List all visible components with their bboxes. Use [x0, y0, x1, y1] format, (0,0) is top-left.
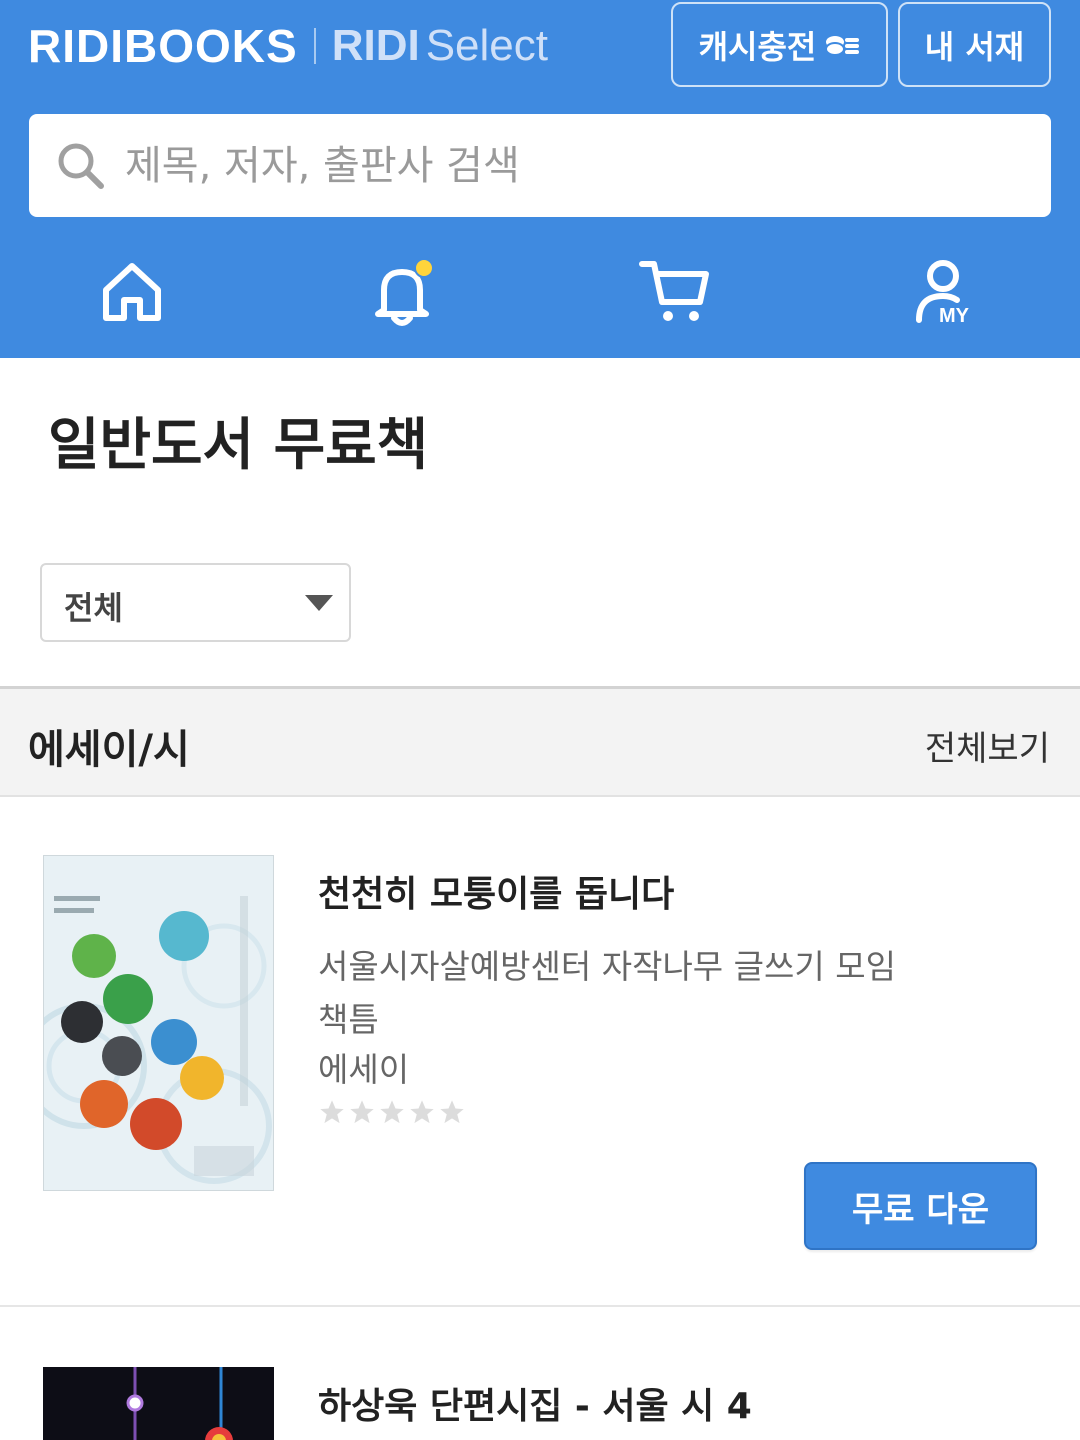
- book-cover-art: [44, 856, 273, 1190]
- my-library-label: 내 서재: [924, 27, 1025, 66]
- cash-charge-label: 캐시충전: [698, 27, 817, 66]
- my-icon-label: MY: [939, 305, 970, 327]
- star-icon: [350, 1100, 374, 1124]
- search-icon: [58, 143, 104, 189]
- dropdown-arrow-icon: [305, 595, 333, 611]
- cash-charge-button[interactable]: 캐시충전: [671, 2, 888, 87]
- search-bar[interactable]: [29, 114, 1051, 217]
- my-page-icon[interactable]: MY: [905, 254, 985, 334]
- ridibooks-logo[interactable]: RIDIBOOKS: [28, 19, 298, 73]
- bell-icon[interactable]: [362, 254, 442, 334]
- star-icon: [410, 1100, 434, 1124]
- ridiselect-logo-light: Select: [425, 21, 548, 70]
- book-cover-art: [43, 1367, 274, 1440]
- book-author[interactable]: 서울시자살예방센터 자작나무 글쓰기 모임: [318, 940, 896, 988]
- ridiselect-logo-bold: RIDI: [331, 21, 420, 70]
- logo-divider: [313, 28, 316, 64]
- book-publisher[interactable]: 책틈: [318, 993, 379, 1041]
- coins-icon: [825, 35, 860, 56]
- book-title[interactable]: 하상욱 단편시집 - 서울 시 4: [318, 1377, 752, 1429]
- book-list-item[interactable]: 하상욱 단편시집 - 서울 시 4: [0, 1309, 1080, 1440]
- book-list-item[interactable]: 천천히 모퉁이를 돕니다 서울시자살예방센터 자작나무 글쓰기 모임 책틈 에세…: [0, 797, 1080, 1307]
- home-icon[interactable]: [92, 254, 172, 334]
- star-icon: [320, 1100, 344, 1124]
- book-title[interactable]: 천천히 모퉁이를 돕니다: [318, 865, 674, 917]
- cart-icon[interactable]: [636, 254, 716, 334]
- app-header: RIDIBOOKS RIDI Select 캐시충전 내 서재 제목, 저자, …: [0, 0, 1080, 358]
- logo-area: RIDIBOOKS RIDI Select: [28, 18, 548, 74]
- my-library-button[interactable]: 내 서재: [898, 2, 1051, 87]
- section-title: 에세이/시: [28, 727, 190, 773]
- ridiselect-logo[interactable]: RIDI Select: [332, 21, 548, 71]
- book-category: 에세이: [318, 1050, 410, 1089]
- category-filter-select[interactable]: 전체: [40, 563, 351, 642]
- star-icon: [440, 1100, 464, 1124]
- page-title: 일반도서 무료책: [48, 413, 429, 478]
- free-download-button[interactable]: 무료 다운: [804, 1162, 1037, 1250]
- book-cover[interactable]: [43, 855, 274, 1191]
- search-input[interactable]: [125, 114, 1005, 217]
- view-all-link[interactable]: 전체보기: [925, 721, 1050, 770]
- book-cover[interactable]: [43, 1367, 274, 1440]
- section-header: 에세이/시 전체보기: [0, 686, 1080, 797]
- star-rating: [318, 1098, 466, 1126]
- star-icon: [380, 1100, 404, 1124]
- filter-selected-label: 전체: [64, 589, 123, 627]
- free-download-label: 무료 다운: [852, 1189, 989, 1230]
